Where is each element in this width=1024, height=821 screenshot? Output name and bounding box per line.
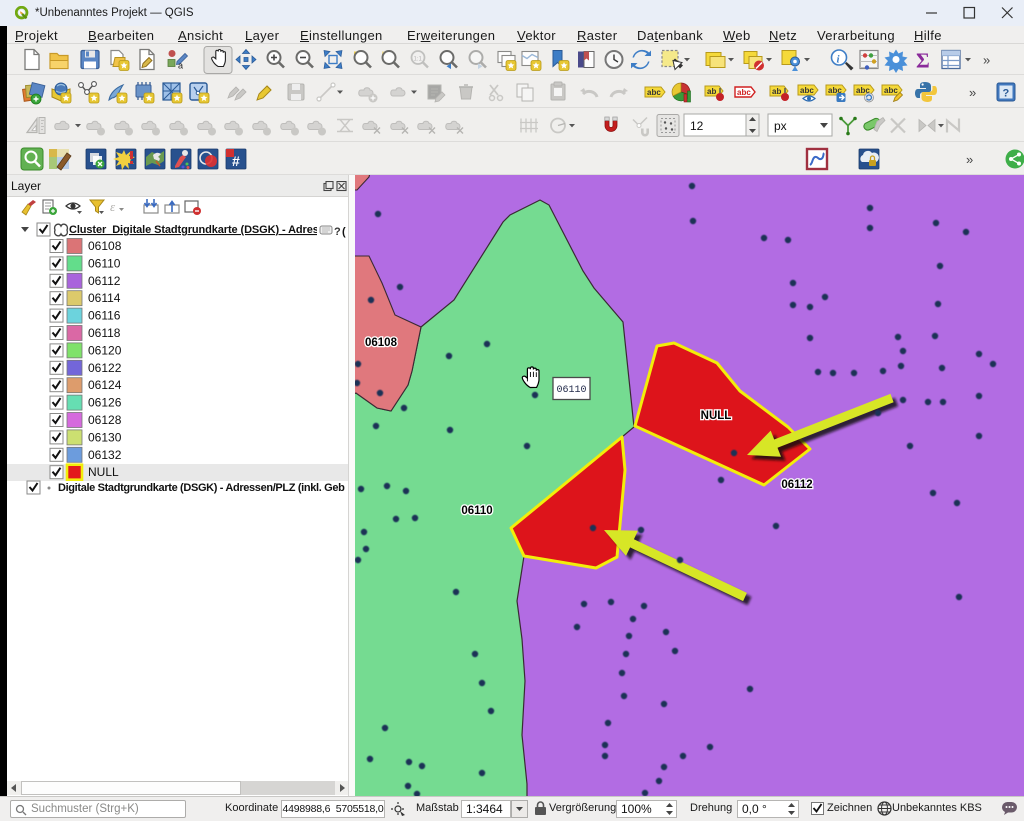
svg-text:06114: 06114 [88, 291, 121, 305]
svg-text:06112: 06112 [781, 479, 812, 491]
svg-text:?: ? [1003, 88, 1010, 100]
svg-text:06128: 06128 [88, 413, 122, 427]
svg-text:12: 12 [690, 119, 704, 133]
svg-text:abc: abc [800, 86, 814, 95]
svg-text:ab: ab [707, 87, 716, 96]
svg-text:06130: 06130 [88, 430, 122, 444]
svg-text:Σ: Σ [916, 49, 930, 73]
svg-text:06112: 06112 [88, 274, 121, 288]
svg-text:»: » [983, 53, 990, 68]
svg-text:»: » [966, 152, 973, 167]
svg-text:06116: 06116 [88, 309, 121, 323]
svg-text:»: » [969, 85, 976, 100]
svg-text:1:1: 1:1 [414, 57, 423, 63]
svg-text:abc: abc [884, 86, 898, 95]
svg-text:Digitale Stadtgrundkarte (DSGK: Digitale Stadtgrundkarte (DSGK) - Adress… [58, 482, 345, 494]
svg-text:06120: 06120 [88, 343, 122, 357]
svg-text:06110: 06110 [88, 256, 121, 270]
svg-text:06126: 06126 [88, 396, 122, 410]
svg-text:a: a [178, 61, 183, 71]
svg-text:06122: 06122 [88, 361, 122, 375]
svg-text:#: # [232, 153, 240, 169]
svg-text:px: px [774, 119, 787, 133]
svg-text:abc: abc [737, 88, 751, 97]
svg-text:06118: 06118 [88, 326, 121, 340]
svg-text:Cluster_Digitale Stadtgrundkar: Cluster_Digitale Stadtgrundkarte (DSGK) … [69, 224, 338, 236]
svg-text:06108: 06108 [365, 337, 398, 349]
svg-text:06110: 06110 [556, 385, 586, 396]
svg-text:06132: 06132 [88, 448, 122, 462]
svg-text:06110: 06110 [461, 505, 492, 517]
svg-text:(: ( [342, 226, 346, 238]
svg-text:NULL: NULL [88, 465, 119, 479]
svg-text:06108: 06108 [88, 239, 122, 253]
svg-text:NULL: NULL [701, 410, 732, 422]
svg-text:?: ? [334, 226, 341, 238]
svg-text:06124: 06124 [88, 378, 122, 392]
svg-text:abc: abc [647, 88, 661, 97]
svg-text:ab: ab [772, 87, 781, 96]
